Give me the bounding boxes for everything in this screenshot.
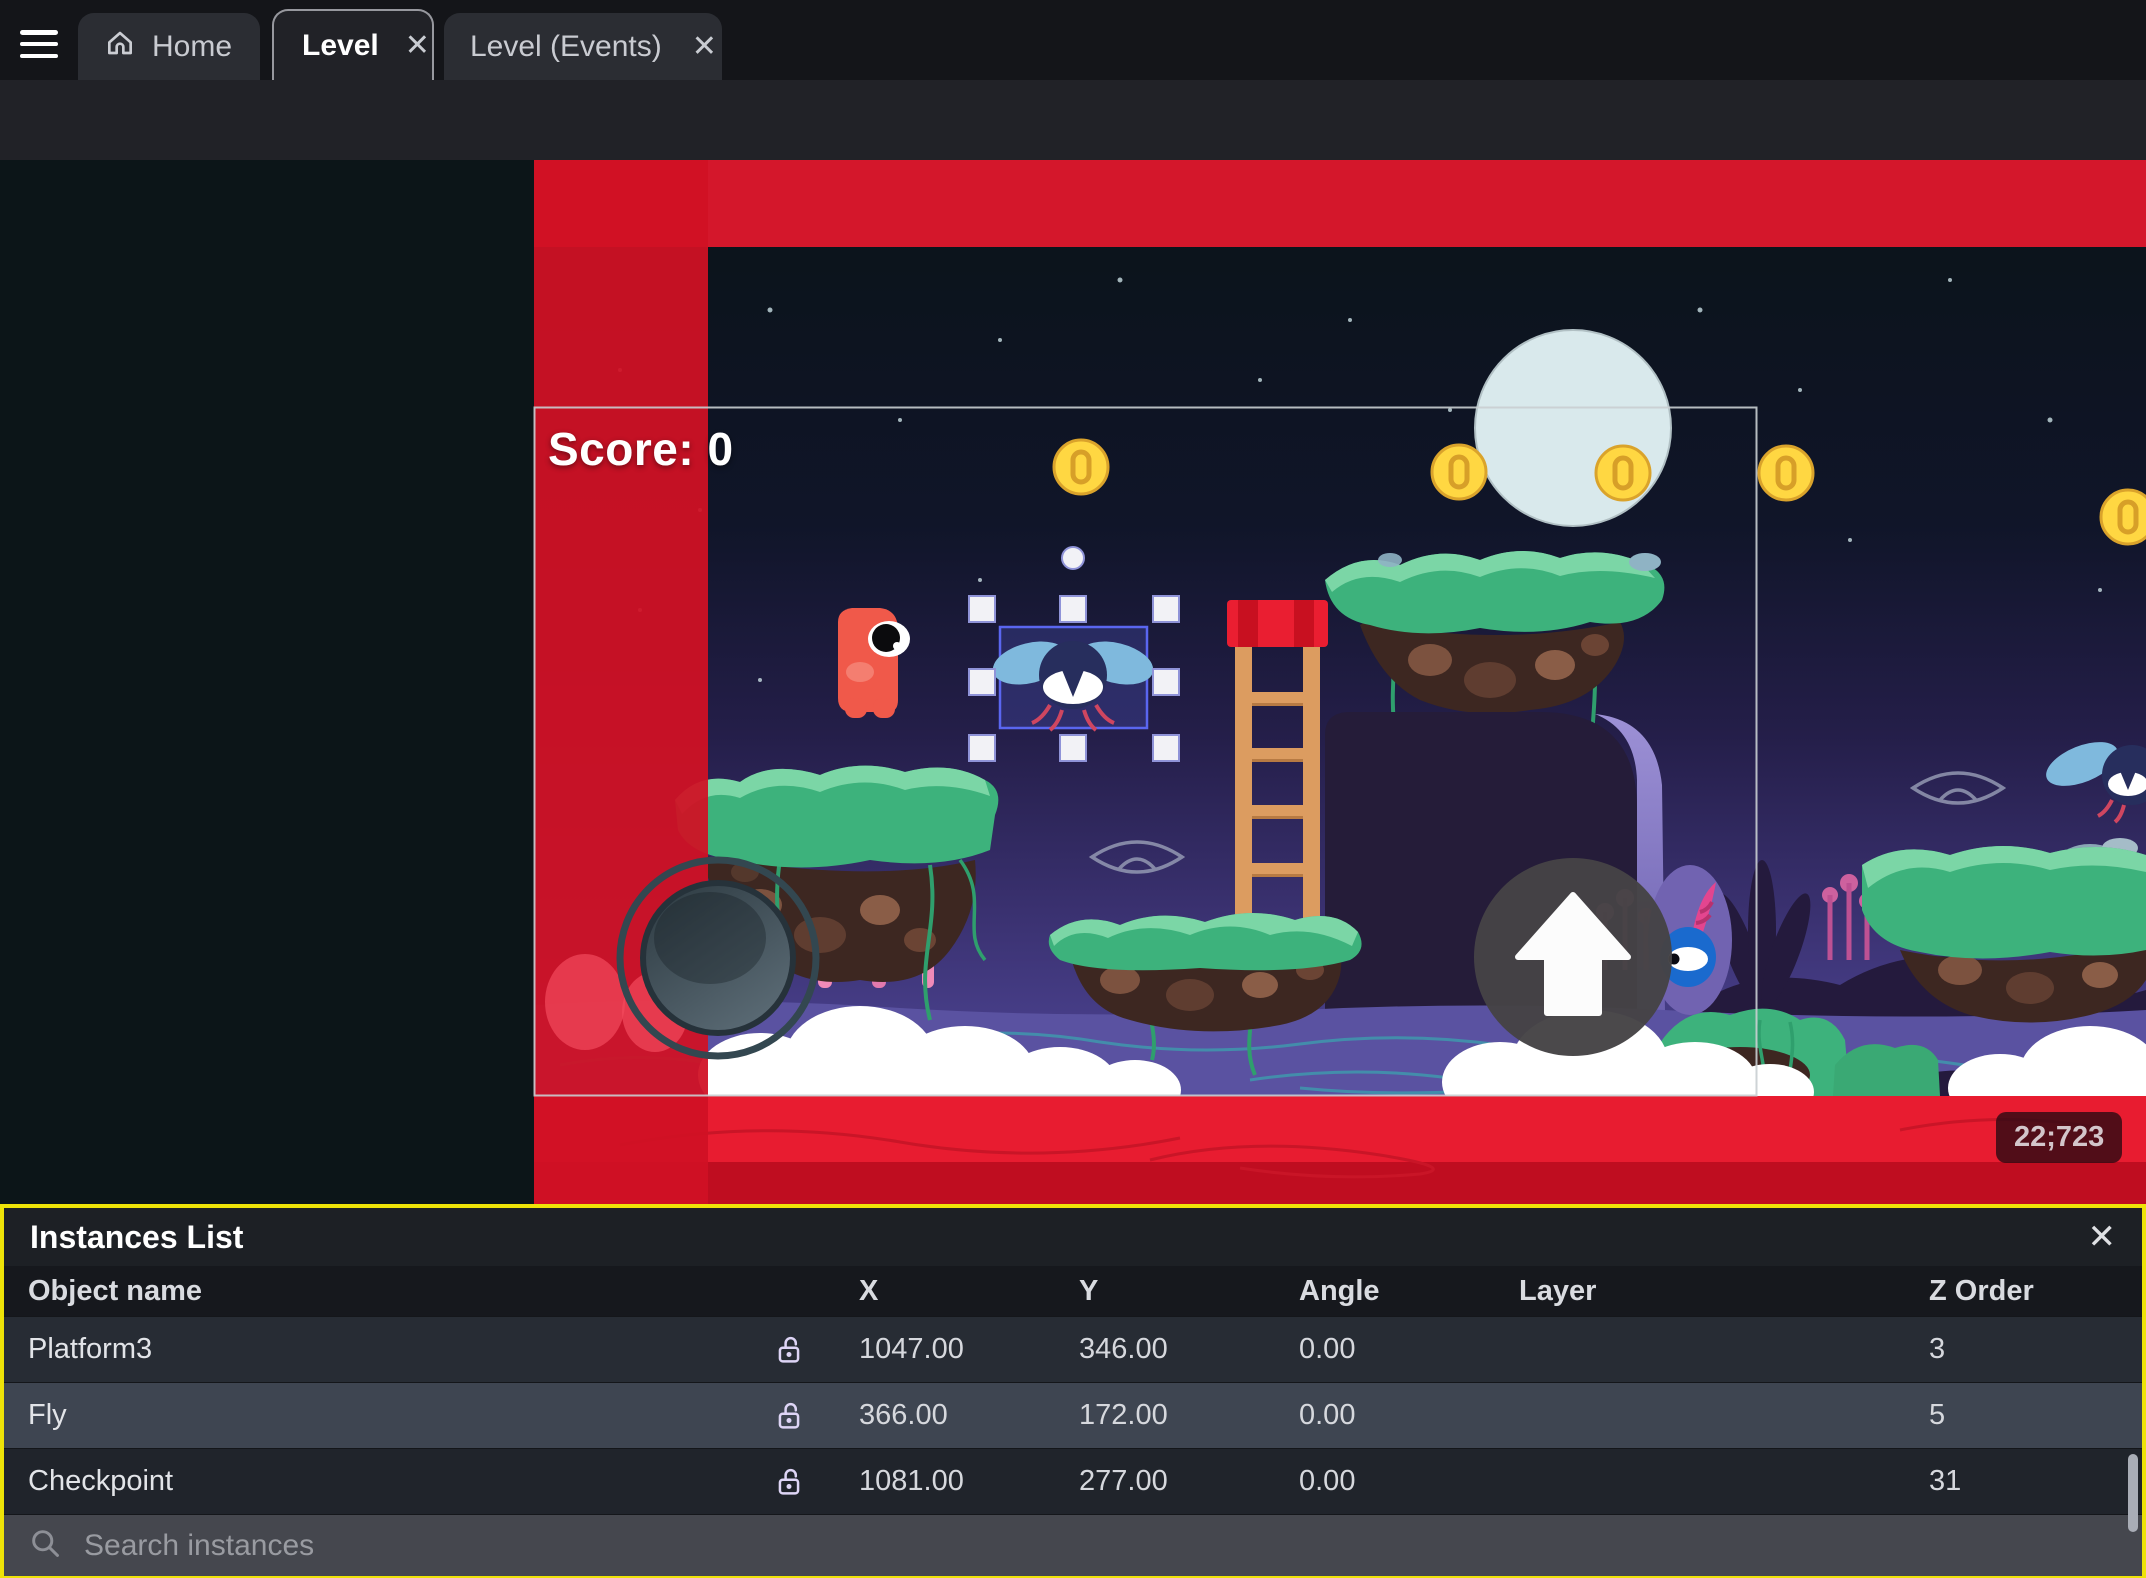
lock-open-icon[interactable]	[744, 1465, 834, 1499]
joystick-control[interactable]	[616, 856, 820, 1060]
score-hud-text: Score: 0	[548, 423, 734, 475]
table-row-selected[interactable]: Fly 366.00 172.00 0.00 5	[4, 1382, 2142, 1448]
gdevelop-editor-window: Home Level ✕ Level (Events) ✕ Preview	[0, 0, 2146, 1578]
scene-editor-canvas[interactable]: Score: 0 22;723	[0, 160, 2146, 1204]
tab-home-label: Home	[152, 29, 233, 63]
col-x: X	[859, 1274, 879, 1307]
close-icon[interactable]: ✕	[2088, 1220, 2117, 1254]
lock-open-icon[interactable]	[744, 1399, 834, 1433]
search-row	[4, 1514, 2142, 1576]
scrollbar-thumb[interactable]	[2128, 1454, 2138, 1532]
home-icon	[104, 27, 136, 67]
moon	[1474, 329, 1672, 527]
tab-level-events-label: Level (Events)	[470, 29, 662, 63]
instances-list-panel: Instances List ✕ Object name X Y Angle L…	[0, 1204, 2146, 1578]
menu-hamburger-icon[interactable]	[20, 30, 60, 58]
col-y: Y	[1079, 1274, 1099, 1307]
table-row[interactable]: Checkpoint 1081.00 277.00 0.00 31	[4, 1448, 2142, 1514]
tab-level[interactable]: Level ✕	[272, 9, 434, 80]
search-icon	[28, 1526, 62, 1565]
close-icon[interactable]: ✕	[405, 30, 430, 61]
tab-level-label: Level	[302, 28, 379, 62]
rotate-handle[interactable]	[1061, 546, 1085, 570]
tab-bar: Home Level ✕ Level (Events) ✕	[0, 0, 2146, 80]
jump-button[interactable]	[1474, 858, 1672, 1056]
scene-art	[0, 160, 2146, 1204]
col-layer: Layer	[1519, 1274, 1597, 1307]
panel-title: Instances List	[30, 1218, 244, 1255]
tab-level-events[interactable]: Level (Events) ✕	[444, 13, 722, 80]
close-icon[interactable]: ✕	[692, 31, 717, 62]
col-object-name: Object name	[28, 1274, 203, 1307]
editor-toolbar: Preview Publish	[0, 80, 2146, 226]
table-header: Object name X Y Angle Layer Z Order	[4, 1266, 2142, 1316]
table-row[interactable]: Platform3 1047.00 346.00 0.00 3	[4, 1316, 2142, 1382]
lock-open-icon[interactable]	[744, 1333, 834, 1367]
fly-instance-selected[interactable]	[988, 625, 1157, 732]
col-z-order: Z Order	[1929, 1274, 2034, 1307]
search-input[interactable]	[82, 1527, 2118, 1564]
tab-home[interactable]: Home	[78, 13, 260, 80]
panel-title-row: Instances List ✕	[4, 1208, 2142, 1266]
cursor-coordinates-badge: 22;723	[1996, 1112, 2123, 1163]
col-angle: Angle	[1299, 1274, 1380, 1307]
